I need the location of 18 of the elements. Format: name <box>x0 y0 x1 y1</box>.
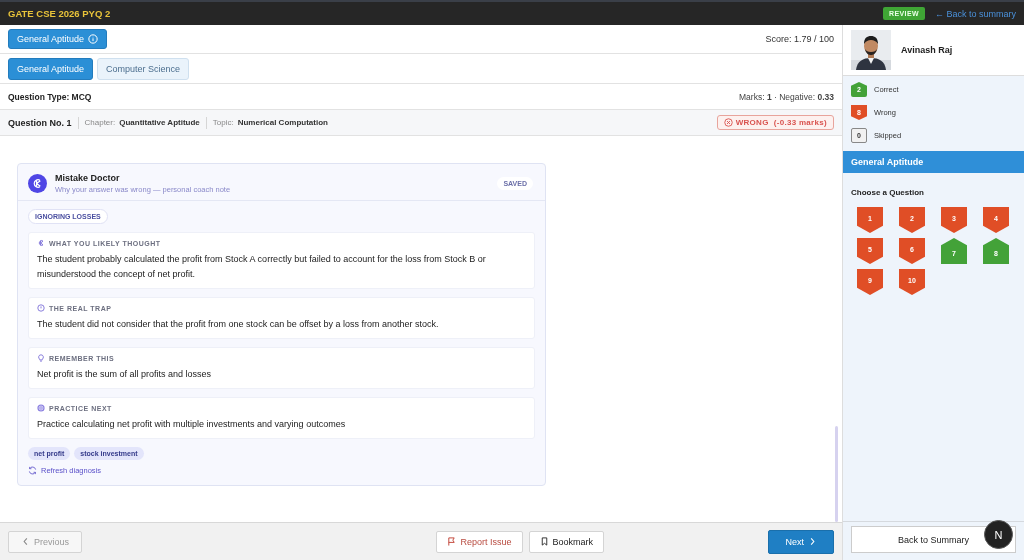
topic-name: Numerical Computation <box>237 118 328 127</box>
chapter-label: Chapter: <box>84 118 116 127</box>
note-text: Net profit is the sum of all profits and losses <box>37 368 213 381</box>
note-text: The student did not consider that the profit from one stock can be offset by a loss from another stock. <box>37 318 440 331</box>
user-name: Avinash Raj <box>901 45 953 55</box>
note-text: The student probably calculated the profit from Stock A correctly but failed to account for the loss from Stock B or misunderstood the concept of net profit. <box>37 253 487 281</box>
exam-title: GATE CSE 2026 PYQ 2 <box>8 8 111 19</box>
question-type: Question Type: MCQ <box>8 91 92 102</box>
marks-text: Marks: 1 · Negative: 0.33 <box>739 91 834 102</box>
palette-title: Choose a Question <box>851 188 924 197</box>
card-title: Mistake Doctor <box>55 173 121 183</box>
score-text: Score: 1.79 / 100 <box>765 34 834 44</box>
question-number: Question No. 1 <box>8 117 72 128</box>
note-text: Practice calculating net profit with multiple investments and varying outcomes <box>37 418 347 431</box>
topic-label: Topic: <box>212 118 234 127</box>
section-header: General Aptitude <box>843 151 1024 173</box>
result-text: WRONG (-0.33 marks) <box>735 118 827 127</box>
chapter-name: Quantitative Aptitude <box>119 118 200 127</box>
